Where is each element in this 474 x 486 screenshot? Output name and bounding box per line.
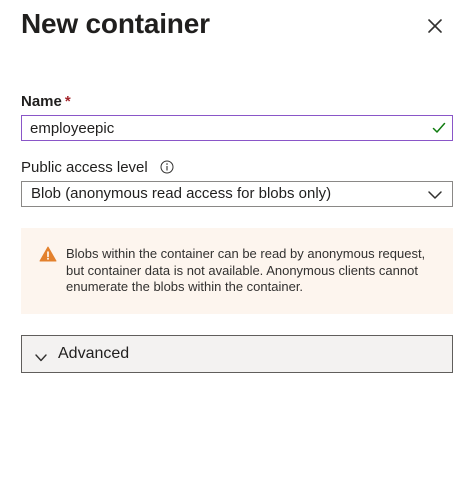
advanced-label: Advanced (58, 345, 130, 362)
warning-message-bar: Blobs within the container can be read b… (21, 228, 453, 314)
access-level-label: Public access level (21, 159, 174, 176)
name-label-text: Name (21, 93, 62, 110)
close-icon[interactable] (421, 12, 449, 40)
info-icon[interactable] (160, 160, 174, 174)
access-level-label-text: Public access level (21, 159, 148, 176)
required-marker: * (64, 93, 71, 110)
panel-title: New container (21, 8, 210, 39)
name-label: Name * (21, 93, 71, 110)
access-level-dropdown[interactable]: Blob (anonymous read access for blobs on… (21, 181, 453, 207)
warning-icon (39, 246, 57, 262)
warning-text: Blobs within the container can be read b… (66, 246, 426, 294)
name-input-box[interactable] (21, 115, 453, 141)
new-container-panel: New container Name* Public access level … (0, 0, 474, 486)
chevron-down-icon (428, 191, 442, 199)
name-input[interactable] (22, 117, 420, 139)
access-level-selected: Blob (anonymous read access for blobs on… (31, 185, 332, 202)
advanced-section-toggle[interactable]: Advanced (21, 335, 453, 373)
chevron-down-icon (35, 354, 47, 362)
checkmark-icon (432, 122, 446, 133)
